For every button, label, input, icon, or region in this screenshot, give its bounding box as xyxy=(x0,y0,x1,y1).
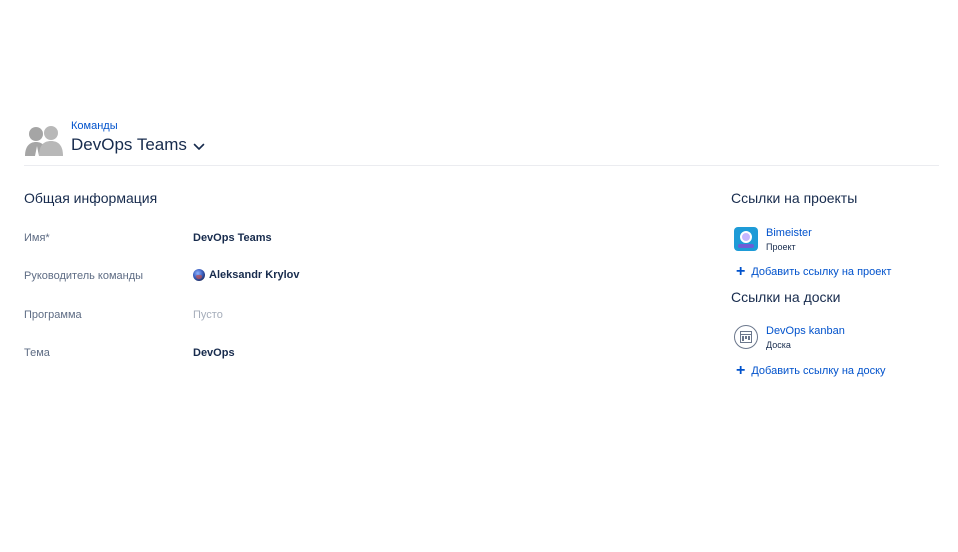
board-link-item[interactable]: DevOps kanban Доска xyxy=(734,325,845,350)
project-icon xyxy=(734,227,758,251)
team-lead-label: Руководитель команды xyxy=(24,270,144,282)
program-value[interactable]: Пусто xyxy=(193,309,223,321)
plus-icon: + xyxy=(736,362,746,379)
board-links-title: Ссылки на доски xyxy=(731,289,841,305)
plus-icon: + xyxy=(736,263,746,280)
avatar xyxy=(193,269,205,281)
name-label: Имя* xyxy=(24,232,50,244)
page-title: DevOps Teams xyxy=(71,135,187,154)
chevron-down-icon xyxy=(193,143,205,150)
topic-value[interactable]: DevOps xyxy=(193,347,235,359)
program-label: Программа xyxy=(24,309,82,321)
team-avatar-icon xyxy=(25,126,63,156)
team-title-dropdown[interactable]: DevOps Teams xyxy=(71,135,205,155)
project-link-item[interactable]: Bimeister Проект xyxy=(734,227,812,252)
board-link-type: Доска xyxy=(766,340,791,350)
add-board-link-button[interactable]: + Добавить ссылку на доску xyxy=(736,362,886,379)
breadcrumb-teams[interactable]: Команды xyxy=(71,120,118,132)
header-divider xyxy=(24,165,939,166)
team-lead-value[interactable]: Aleksandr Krylov xyxy=(193,269,299,281)
project-link-name[interactable]: Bimeister xyxy=(766,227,812,239)
board-icon xyxy=(734,325,758,349)
project-links-title: Ссылки на проекты xyxy=(731,190,858,206)
add-board-link-label: Добавить ссылку на доску xyxy=(751,365,886,377)
team-page: Команды DevOps Teams Общая информация Им… xyxy=(0,0,958,552)
board-link-name[interactable]: DevOps kanban xyxy=(766,325,845,337)
add-project-link-button[interactable]: + Добавить ссылку на проект xyxy=(736,263,892,280)
add-project-link-label: Добавить ссылку на проект xyxy=(751,266,892,278)
team-header: Команды DevOps Teams xyxy=(24,118,939,166)
project-link-type: Проект xyxy=(766,242,796,252)
team-lead-name: Aleksandr Krylov xyxy=(209,269,300,281)
general-info-title: Общая информация xyxy=(24,190,158,206)
name-value[interactable]: DevOps Teams xyxy=(193,232,272,244)
topic-label: Тема xyxy=(24,347,50,359)
